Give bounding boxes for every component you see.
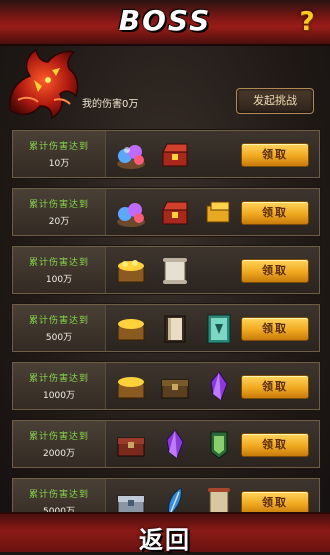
purple-crystal-icon (166, 429, 184, 459)
treasure-chest-red-icon (162, 143, 188, 167)
help-button[interactable]: ? (294, 8, 320, 36)
claim-button[interactable]: 领取 (241, 317, 309, 341)
requirement: 累计伤害达到 500万 (13, 305, 106, 351)
gold-bars-icon (206, 201, 230, 223)
claim-button[interactable]: 领取 (241, 259, 309, 283)
reward-row-100: 累计伤害达到 100万 领取 (12, 246, 320, 294)
requirement-label: 累计伤害达到 (28, 374, 89, 384)
requirement: 累计伤害达到 100万 (13, 247, 106, 293)
reward-row-1000: 累计伤害达到 1000万 领取 (12, 362, 320, 410)
requirement-label: 累计伤害达到 (28, 258, 89, 268)
requirement-label: 累计伤害达到 (28, 200, 89, 210)
requirement-label: 累计伤害达到 (28, 490, 89, 500)
book-icon (164, 315, 186, 343)
my-damage-text: 我的伤害0万 (82, 99, 139, 110)
boss-reward-screen: BOSS ? 我的伤害0万 发起挑战 累计伤害达到 10万 领取 累计伤害达到 … (0, 0, 330, 554)
requirement: 累计伤害达到 20万 (13, 189, 106, 235)
start-challenge-button[interactable]: 发起挑战 (236, 88, 314, 114)
red-chest-icon (117, 437, 145, 457)
gems-icon (117, 145, 145, 169)
claim-button[interactable]: 领取 (241, 375, 309, 399)
requirement-amount: 10万 (48, 159, 70, 169)
scroll-icon (163, 258, 187, 284)
claim-button[interactable]: 领取 (241, 433, 309, 457)
requirement-amount: 2000万 (43, 449, 75, 459)
reward-row-20: 累计伤害达到 20万 领取 (12, 188, 320, 236)
reward-row-500: 累计伤害达到 500万 领取 (12, 304, 320, 352)
requirement: 累计伤害达到 1000万 (13, 363, 106, 409)
claim-button[interactable]: 领取 (241, 201, 309, 225)
badge-icon (210, 431, 228, 459)
requirement-label: 累计伤害达到 (28, 142, 89, 152)
requirement: 累计伤害达到 10万 (13, 131, 106, 177)
page-title: BOSS (118, 4, 212, 37)
requirement-label: 累计伤害达到 (28, 432, 89, 442)
requirement-amount: 100万 (45, 275, 73, 285)
requirement-amount: 20万 (48, 217, 70, 227)
purple-crystal-icon (210, 371, 228, 401)
claim-button[interactable]: 领取 (241, 143, 309, 167)
requirement-label: 累计伤害达到 (28, 316, 89, 326)
dragon-boss-icon (9, 48, 79, 120)
treasure-chest-red-icon (162, 201, 188, 225)
requirement: 累计伤害达到 2000万 (13, 421, 106, 467)
requirement-amount: 1000万 (43, 391, 75, 401)
reward-row-2000: 累计伤害达到 2000万 领取 (12, 420, 320, 468)
requirement-amount: 500万 (45, 333, 73, 343)
rune-card-icon (207, 314, 231, 344)
gold-chest-icon (117, 377, 145, 399)
wooden-chest-icon (161, 379, 189, 399)
reward-row-10: 累计伤害达到 10万 领取 (12, 130, 320, 178)
gold-chest-icon (117, 319, 145, 341)
gold-chest-icon (117, 260, 145, 283)
gems-icon (117, 203, 145, 227)
footer-bar: 返回 (0, 512, 330, 554)
